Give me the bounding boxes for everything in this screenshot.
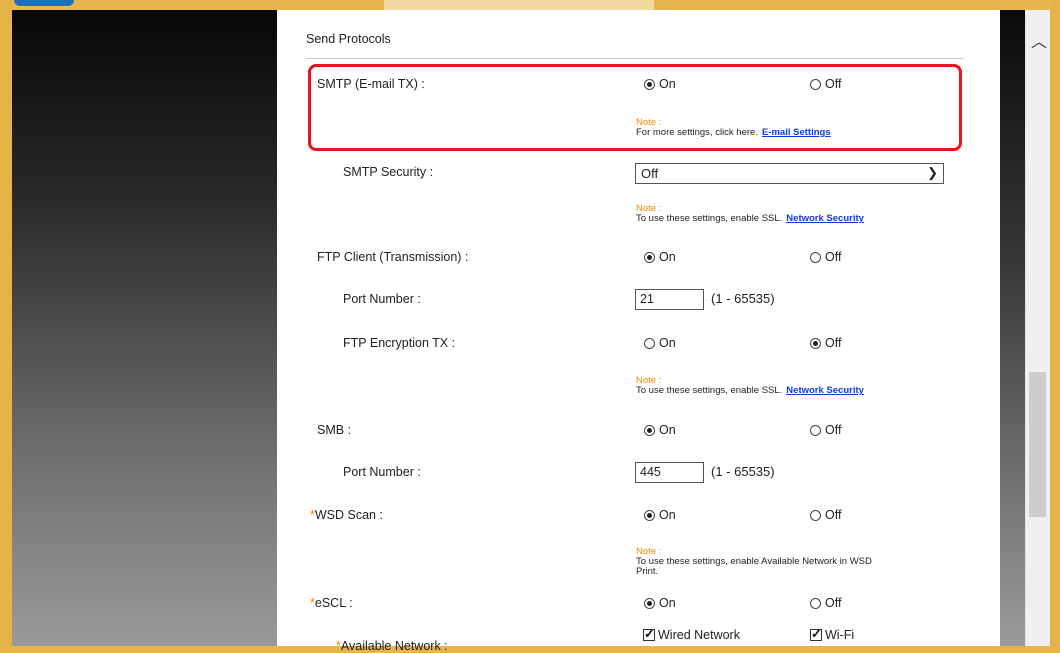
checkbox-label: Wired Network bbox=[658, 628, 740, 642]
escl-label: *eSCL : bbox=[310, 596, 353, 610]
wifi-checkbox[interactable]: Wi-Fi bbox=[810, 626, 855, 642]
escl-text: eSCL : bbox=[314, 596, 353, 610]
note-text: Print. bbox=[636, 566, 659, 577]
note-text: To use these settings, enable SSL. bbox=[636, 213, 783, 224]
background-left-pane bbox=[12, 10, 277, 646]
radio-label: On bbox=[659, 508, 676, 522]
smtp-on-radio[interactable]: On bbox=[644, 77, 676, 91]
radio-selected-icon bbox=[644, 78, 655, 90]
radio-unselected-icon bbox=[810, 509, 821, 521]
scrollbar-thumb[interactable] bbox=[1029, 372, 1046, 517]
wsd-scan-on-radio[interactable]: On bbox=[644, 508, 676, 522]
chevron-up-icon[interactable]: ︿ bbox=[1031, 28, 1047, 52]
radio-label: Off bbox=[825, 336, 842, 350]
wsd-scan-label: *WSD Scan : bbox=[310, 508, 383, 522]
ftp-client-off-radio[interactable]: Off bbox=[810, 250, 841, 264]
ftp-note: Note : To use these settings, enable SSL… bbox=[636, 376, 864, 396]
escl-on-radio[interactable]: On bbox=[644, 596, 676, 610]
chevron-down-icon: ❯ bbox=[927, 165, 938, 180]
radio-label: On bbox=[659, 250, 676, 264]
radio-label: On bbox=[659, 596, 676, 610]
radio-selected-icon bbox=[810, 337, 821, 349]
network-security-link[interactable]: Network Security bbox=[786, 385, 864, 396]
checkbox-checked-icon bbox=[810, 626, 822, 642]
checkbox-checked-icon bbox=[643, 626, 655, 642]
smtp-label: SMTP (E-mail TX) : bbox=[317, 77, 425, 91]
smb-off-radio[interactable]: Off bbox=[810, 423, 841, 437]
radio-unselected-icon bbox=[810, 597, 821, 609]
radio-label: On bbox=[659, 336, 676, 350]
wsd-note: Note : To use these settings, enable Ava… bbox=[636, 547, 872, 577]
background-right-pane bbox=[1000, 10, 1025, 646]
radio-selected-icon bbox=[644, 509, 655, 521]
ftp-client-on-radio[interactable]: On bbox=[644, 250, 676, 264]
ftp-client-label: FTP Client (Transmission) : bbox=[317, 250, 469, 264]
ftp-encryption-on-radio[interactable]: On bbox=[644, 336, 676, 350]
note-text: For more settings, click here. bbox=[636, 127, 758, 138]
ftp-encryption-off-radio[interactable]: Off bbox=[810, 336, 841, 350]
note-text: To use these settings, enable SSL. bbox=[636, 385, 783, 396]
ftp-port-range: (1 - 65535) bbox=[711, 291, 775, 306]
checkbox-label: Wi-Fi bbox=[825, 628, 855, 642]
ftp-encryption-label: FTP Encryption TX : bbox=[343, 336, 456, 350]
radio-label: Off bbox=[825, 423, 842, 437]
email-settings-link[interactable]: E-mail Settings bbox=[762, 127, 831, 138]
smb-port-label: Port Number : bbox=[343, 465, 421, 479]
radio-label: Off bbox=[825, 508, 842, 522]
available-network-label: *Available Network : bbox=[336, 639, 448, 653]
radio-label: On bbox=[659, 77, 676, 91]
ftp-port-label: Port Number : bbox=[343, 292, 421, 306]
radio-unselected-icon bbox=[810, 78, 821, 90]
browser-tab[interactable] bbox=[384, 0, 654, 10]
radio-unselected-icon bbox=[810, 424, 821, 436]
ftp-port-input[interactable]: 21 bbox=[635, 289, 704, 310]
smtp-security-select[interactable]: Off ❯ bbox=[635, 163, 944, 184]
vertical-scrollbar[interactable]: ︿ bbox=[1025, 10, 1050, 646]
smb-port-input[interactable]: 445 bbox=[635, 462, 704, 483]
section-title: Send Protocols bbox=[306, 32, 391, 46]
available-network-text: Available Network : bbox=[340, 639, 448, 653]
radio-unselected-icon bbox=[644, 337, 655, 349]
escl-off-radio[interactable]: Off bbox=[810, 596, 841, 610]
smtp-security-label: SMTP Security : bbox=[343, 165, 434, 179]
wsd-scan-off-radio[interactable]: Off bbox=[810, 508, 841, 522]
window-frame-left bbox=[0, 0, 12, 646]
window-frame-right bbox=[1050, 0, 1060, 646]
radio-unselected-icon bbox=[810, 251, 821, 263]
radio-label: On bbox=[659, 423, 676, 437]
smtp-note: Note : For more settings, click here. E-m… bbox=[636, 118, 831, 138]
settings-panel: Send Protocols SMTP (E-mail TX) : On Off… bbox=[277, 10, 1000, 653]
smtp-off-radio[interactable]: Off bbox=[810, 77, 841, 91]
note-text: To use these settings, enable Available … bbox=[636, 556, 872, 567]
radio-selected-icon bbox=[644, 424, 655, 436]
wsd-scan-text: WSD Scan : bbox=[314, 508, 383, 522]
network-security-link[interactable]: Network Security bbox=[786, 213, 864, 224]
radio-selected-icon bbox=[644, 251, 655, 263]
radio-label: Off bbox=[825, 250, 842, 264]
browser-logo-icon bbox=[14, 0, 74, 6]
wired-network-checkbox[interactable]: Wired Network bbox=[643, 626, 740, 642]
section-divider bbox=[306, 58, 963, 59]
radio-selected-icon bbox=[644, 597, 655, 609]
select-value: Off bbox=[641, 166, 659, 181]
smtp-security-note: Note : To use these settings, enable SSL… bbox=[636, 204, 864, 224]
smb-port-range: (1 - 65535) bbox=[711, 464, 775, 479]
radio-label: Off bbox=[825, 596, 842, 610]
radio-label: Off bbox=[825, 77, 842, 91]
smb-label: SMB : bbox=[317, 423, 352, 437]
smb-on-radio[interactable]: On bbox=[644, 423, 676, 437]
